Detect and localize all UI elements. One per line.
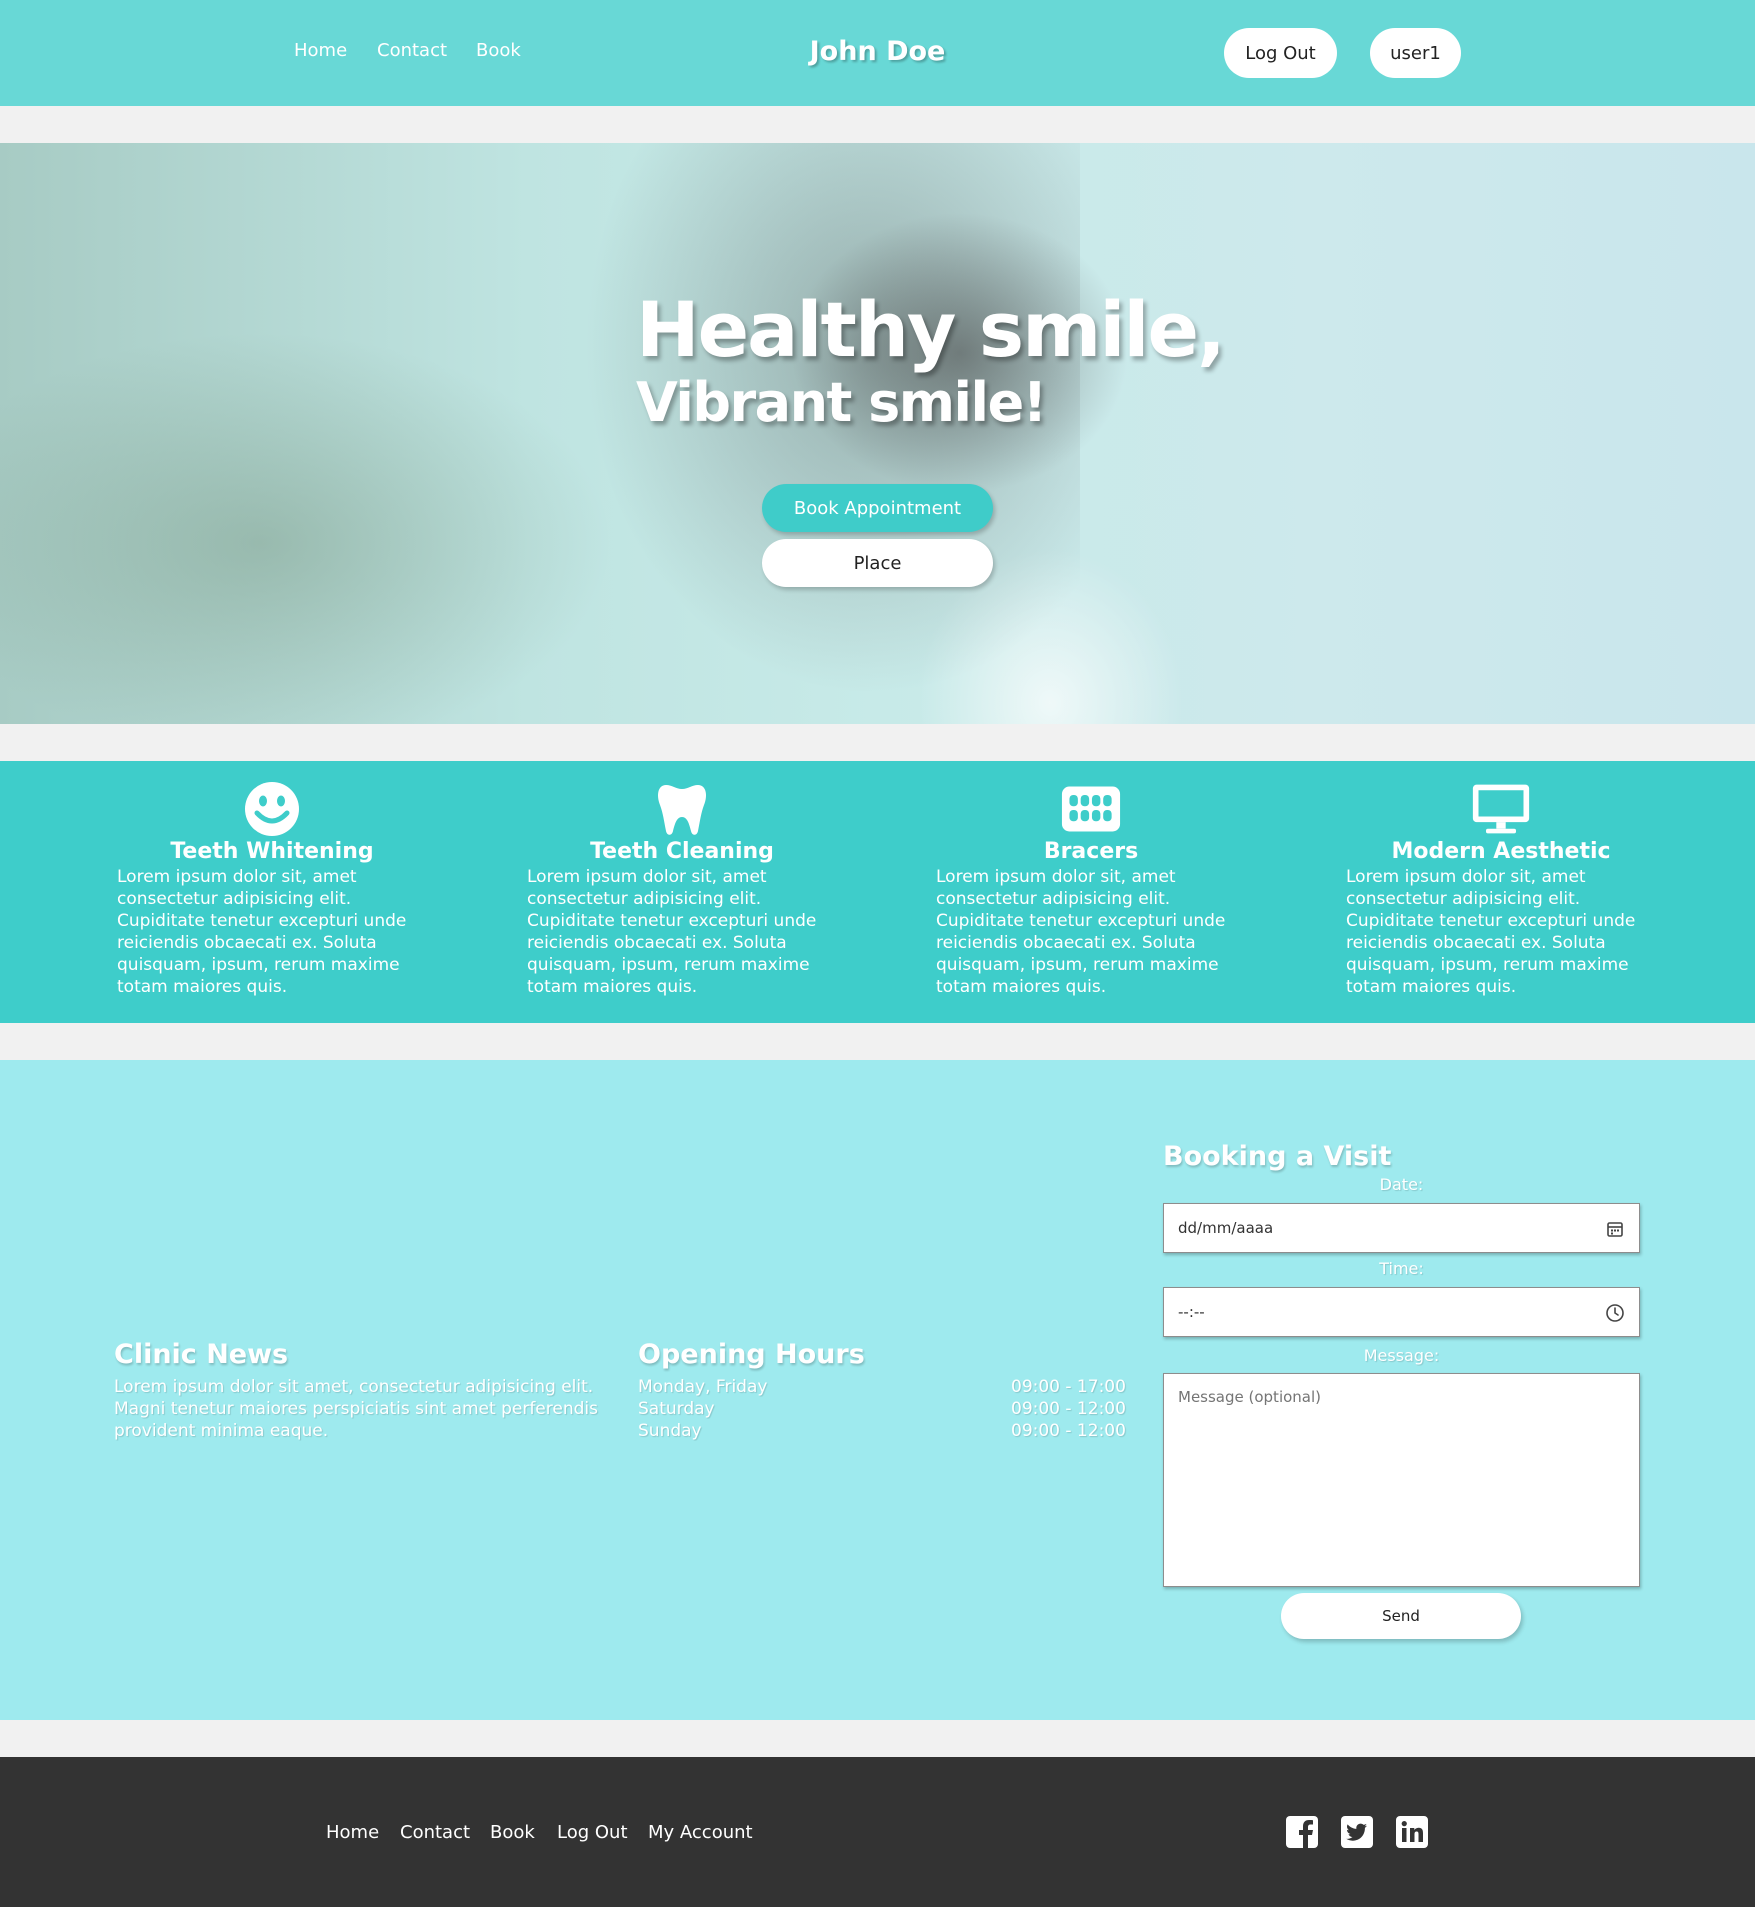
service-teeth-cleaning: Teeth Cleaning Lorem ipsum dolor sit, am… — [527, 781, 837, 998]
clinic-news-text: Lorem ipsum dolor sit amet, consectetur … — [114, 1377, 598, 1441]
hours-day: Sunday — [638, 1421, 702, 1441]
service-title: Teeth Whitening — [170, 839, 374, 864]
nav-home-link[interactable]: Home — [294, 40, 347, 61]
footer-book-link[interactable]: Book — [490, 1822, 535, 1843]
linkedin-icon[interactable] — [1395, 1815, 1429, 1849]
message-label: Message: — [1363, 1346, 1440, 1365]
footer-logout-link[interactable]: Log Out — [557, 1822, 628, 1843]
hero-title: Healthy smile, — [636, 285, 1226, 374]
place-button[interactable]: Place — [762, 539, 993, 587]
footer-home-link[interactable]: Home — [326, 1822, 379, 1843]
site-footer: Home Contact Book Log Out My Account — [0, 1757, 1755, 1907]
hours-day: Monday, Friday — [638, 1377, 768, 1397]
time-label: Time: — [1379, 1259, 1424, 1278]
brand-name: John Doe — [809, 36, 946, 67]
teeth-icon — [1061, 786, 1121, 832]
date-input[interactable]: dd/mm/aaaa — [1163, 1203, 1640, 1253]
service-description: Lorem ipsum dolor sit, amet consectetur … — [936, 867, 1226, 997]
user-account-button[interactable]: user1 — [1370, 28, 1461, 78]
facebook-icon[interactable] — [1285, 1815, 1319, 1849]
service-modern-aesthetic: Modern Aesthetic Lorem ipsum dolor sit, … — [1346, 781, 1656, 998]
service-bracers: Bracers Lorem ipsum dolor sit, amet cons… — [936, 781, 1246, 998]
monitor-icon — [1472, 784, 1530, 834]
date-label: Date: — [1379, 1175, 1424, 1194]
date-value: dd/mm/aaaa — [1178, 1219, 1274, 1237]
service-title: Modern Aesthetic — [1391, 839, 1611, 864]
send-button[interactable]: Send — [1281, 1593, 1521, 1639]
hours-day: Saturday — [638, 1399, 715, 1419]
logout-button[interactable]: Log Out — [1224, 28, 1337, 78]
service-title: Bracers — [1043, 839, 1139, 864]
hours-time: 09:00 - 17:00 — [1011, 1377, 1126, 1397]
calendar-icon[interactable] — [1605, 1219, 1625, 1239]
nav-book-link[interactable]: Book — [476, 40, 521, 61]
hero-subtitle: Vibrant smile! — [636, 371, 1047, 434]
smile-icon — [245, 782, 299, 836]
info-booking-section: Clinic News Lorem ipsum dolor sit amet, … — [0, 1060, 1755, 1720]
nav-contact-link[interactable]: Contact — [377, 40, 447, 61]
service-description: Lorem ipsum dolor sit, amet consectetur … — [1346, 867, 1636, 997]
booking-title: Booking a Visit — [1163, 1141, 1392, 1172]
footer-contact-link[interactable]: Contact — [400, 1822, 470, 1843]
twitter-icon[interactable] — [1340, 1815, 1374, 1849]
service-description: Lorem ipsum dolor sit, amet consectetur … — [117, 867, 407, 997]
hours-time: 09:00 - 12:00 — [1011, 1399, 1126, 1419]
clock-icon[interactable] — [1605, 1303, 1625, 1323]
footer-my-account-link[interactable]: My Account — [648, 1822, 753, 1843]
service-title: Teeth Cleaning — [590, 839, 774, 864]
service-description: Lorem ipsum dolor sit, amet consectetur … — [527, 867, 817, 997]
time-input[interactable]: --:-- — [1163, 1287, 1640, 1337]
clinic-news-title: Clinic News — [114, 1339, 289, 1370]
book-appointment-button[interactable]: Book Appointment — [762, 484, 993, 532]
site-header: Home Contact Book John Doe Log Out user1 — [0, 0, 1755, 106]
hours-time: 09:00 - 12:00 — [1011, 1421, 1126, 1441]
service-teeth-whitening: Teeth Whitening Lorem ipsum dolor sit, a… — [117, 781, 427, 998]
message-textarea[interactable] — [1163, 1373, 1640, 1587]
time-value: --:-- — [1178, 1303, 1205, 1321]
services-section: Teeth Whitening Lorem ipsum dolor sit, a… — [0, 761, 1755, 1023]
hero-banner: Healthy smile, Vibrant smile! Book Appoi… — [0, 143, 1755, 724]
opening-hours-title: Opening Hours — [638, 1339, 865, 1370]
tooth-icon — [658, 785, 706, 835]
